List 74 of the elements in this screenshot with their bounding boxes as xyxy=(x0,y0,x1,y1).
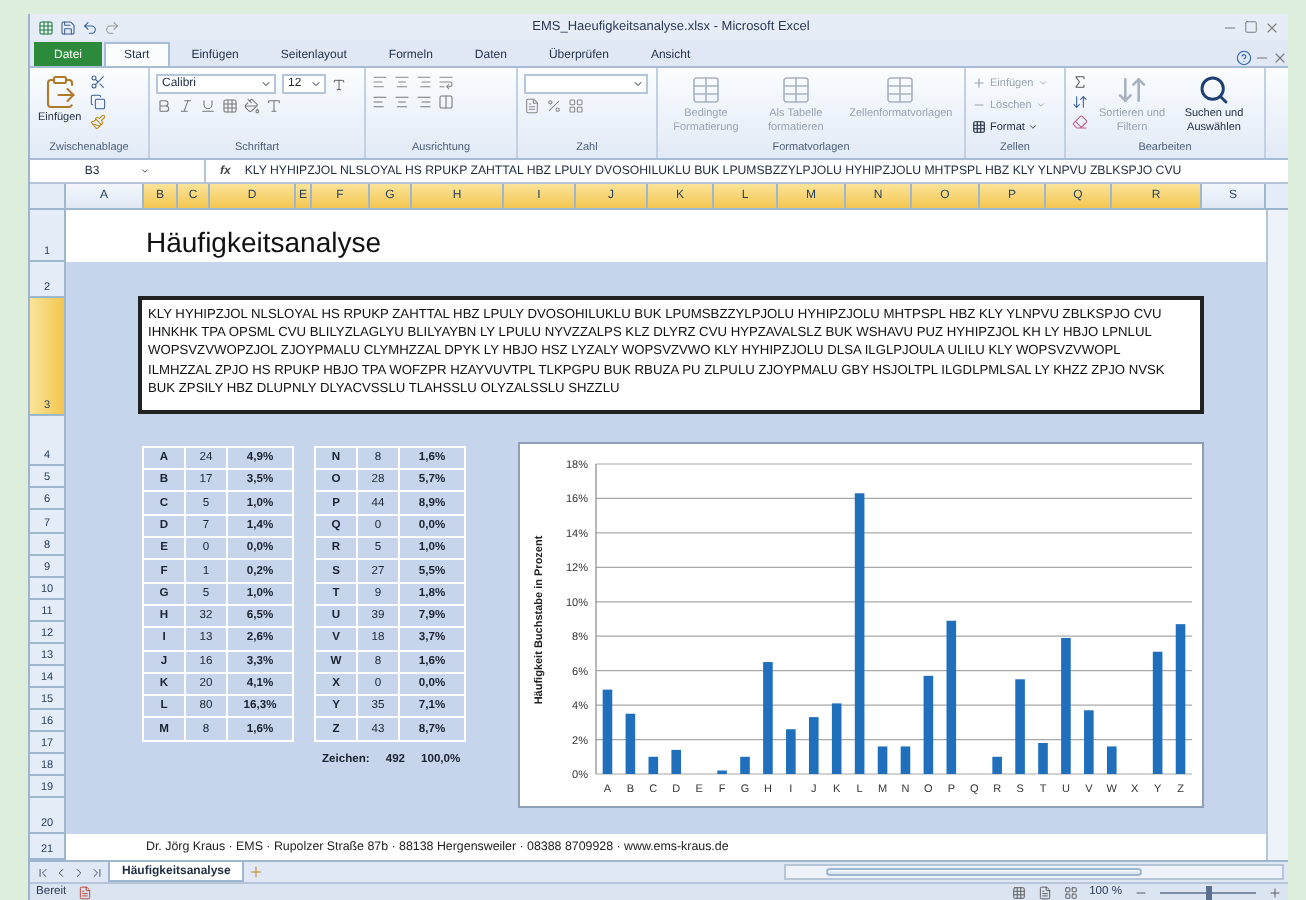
caret-icon[interactable] xyxy=(310,78,322,90)
bar xyxy=(1084,710,1094,774)
vertical-scrollbar[interactable] xyxy=(1266,210,1288,860)
clipboard-icon xyxy=(41,74,78,110)
bar xyxy=(602,689,613,774)
caret-icon[interactable] xyxy=(632,78,644,90)
number-format-field[interactable] xyxy=(524,74,648,94)
align-right-icon[interactable] xyxy=(416,94,432,110)
help-icon[interactable] xyxy=(1236,50,1252,66)
bar xyxy=(1106,746,1117,774)
bar xyxy=(1061,637,1071,774)
align-center-icon[interactable] xyxy=(394,94,410,110)
caret-icon xyxy=(1037,78,1048,88)
bar xyxy=(900,746,911,774)
bold-icon[interactable] xyxy=(156,98,172,114)
caret-icon xyxy=(1035,100,1046,110)
text-box[interactable] xyxy=(138,295,1204,414)
cut-icon[interactable] xyxy=(89,74,106,90)
table-icon xyxy=(689,74,722,106)
bar xyxy=(740,756,750,774)
table-icon xyxy=(884,74,917,106)
fill-color-icon[interactable] xyxy=(244,98,260,114)
fill-icon[interactable] xyxy=(1072,94,1088,110)
horizontal-scrollbar[interactable] xyxy=(784,864,1284,880)
copy-icon[interactable] xyxy=(89,94,106,110)
excel-logo-icon[interactable] xyxy=(38,19,54,35)
search-icon xyxy=(1198,74,1230,106)
bar xyxy=(1038,742,1048,774)
zoom-in-icon[interactable] xyxy=(1268,885,1282,899)
undo-icon[interactable] xyxy=(82,19,98,35)
bar xyxy=(625,713,636,774)
bar xyxy=(763,661,773,774)
minus-icon xyxy=(972,98,986,112)
bar xyxy=(877,746,888,774)
previous-sheet-icon[interactable] xyxy=(54,865,68,879)
page-layout-icon[interactable] xyxy=(1037,885,1052,899)
underline-icon[interactable] xyxy=(200,98,216,114)
caret-icon[interactable] xyxy=(260,78,272,90)
bar xyxy=(831,703,842,774)
next-sheet-icon[interactable] xyxy=(72,865,86,879)
plus-icon xyxy=(972,76,986,90)
bar xyxy=(992,756,1002,774)
caret-icon xyxy=(1028,122,1039,132)
bar xyxy=(808,716,819,774)
close-icon[interactable] xyxy=(1272,50,1288,66)
first-sheet-icon[interactable] xyxy=(36,865,50,879)
border-icon[interactable] xyxy=(222,98,238,114)
bar xyxy=(786,728,796,774)
font-color-icon[interactable] xyxy=(266,98,282,114)
sheet-title: Häufigkeitsanalyse xyxy=(146,223,382,262)
merge-icon[interactable] xyxy=(438,94,454,110)
caret-icon[interactable] xyxy=(139,166,150,176)
sort-icon xyxy=(1116,74,1148,106)
save-icon[interactable] xyxy=(60,19,76,35)
wrap-text-icon[interactable] xyxy=(438,74,454,90)
table-icon xyxy=(779,74,812,106)
sum-icon[interactable] xyxy=(1072,74,1088,90)
bar xyxy=(923,675,934,774)
clear-icon[interactable] xyxy=(1072,114,1088,130)
bar xyxy=(1015,679,1025,774)
new-sheet-icon[interactable] xyxy=(248,864,265,880)
italic-icon[interactable] xyxy=(178,98,194,114)
maximize-icon[interactable] xyxy=(1244,20,1258,34)
bar xyxy=(671,749,682,774)
grid-icon xyxy=(972,120,986,134)
bar xyxy=(648,756,659,774)
align-left-icon[interactable] xyxy=(372,94,388,110)
last-sheet-icon[interactable] xyxy=(90,865,104,879)
normal-view-icon[interactable] xyxy=(1011,885,1026,899)
percent-icon[interactable] xyxy=(546,98,562,114)
redo-icon[interactable] xyxy=(104,19,120,35)
close-icon[interactable] xyxy=(1264,19,1280,35)
format-painter-icon[interactable] xyxy=(89,114,106,130)
bar xyxy=(1152,651,1163,774)
